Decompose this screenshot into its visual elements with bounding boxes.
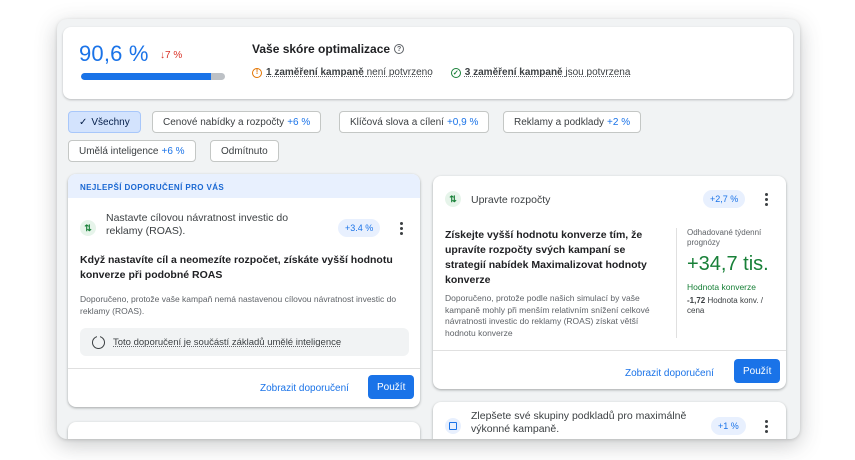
filter-chip-ai[interactable]: Umělá inteligence +6 % [68, 140, 196, 162]
more-vert-icon[interactable] [760, 190, 772, 208]
card-divider [433, 350, 786, 351]
roas-impact-badge: +3.4 % [338, 219, 381, 237]
forecast-label: Odhadované týdenní prognózy [687, 228, 762, 247]
forecast-footnote: -1,72 Hodnota konv. / cena [687, 296, 781, 316]
budget-apply-button[interactable]: Použít [734, 359, 781, 383]
filter-chip-all-label: Všechny [91, 116, 130, 128]
forecast-metric: Hodnota konverze [687, 282, 756, 292]
filter-chip-bids-label: Cenové nabídky a rozpočty [163, 116, 285, 128]
score-status: ! 1 zaměření kampaně není potvrzeno ✓ 3 … [252, 67, 630, 78]
filter-chip-ai-label: Umělá inteligence [79, 145, 159, 157]
forecast-value: +34,7 tis. [687, 253, 769, 275]
unconfirmed-suffix: není potvrzeno [366, 67, 433, 78]
filter-chip-ads-delta: +2 % [607, 116, 631, 128]
score-value: 90,6 % [79, 41, 149, 66]
asset-group-icon [445, 418, 461, 434]
forecast-foot-value: -1,72 [687, 296, 706, 305]
ai-foundation-text[interactable]: Toto doporučení je součástí základů uměl… [113, 337, 341, 348]
confirmed-suffix: jsou potvrzena [565, 67, 631, 78]
assets-title: Zlepšete své skupiny podkladů pro maximá… [471, 410, 687, 435]
check-circle-icon: ✓ [450, 67, 461, 78]
filter-chip-ads-label: Reklamy a podklady [514, 116, 605, 128]
recommendation-card-next [68, 422, 420, 439]
filter-chip-ai-delta: +6 % [161, 145, 185, 157]
budget-reason: Doporučeno, protože podle našich simulac… [445, 293, 650, 338]
filter-chip-bids[interactable]: Cenové nabídky a rozpočty +6 % [152, 111, 322, 133]
budget-view-button[interactable]: Zobrazit doporučení [625, 368, 714, 379]
score-title: Vaše skóre optimalizace ? [252, 42, 405, 56]
budget-arrows-icon: ⇅ [445, 191, 461, 207]
ai-icon [92, 333, 105, 349]
score-title-text: Vaše skóre optimalizace [252, 42, 391, 56]
score-progress-bar [81, 73, 225, 80]
score-progress-fill [81, 73, 212, 80]
filter-chip-keywords-delta: +0,9 % [446, 116, 479, 128]
assets-impact-badge: +1 % [711, 417, 746, 435]
unconfirmed-focus-link[interactable]: 1 zaměření kampaně není potvrzeno [266, 67, 433, 78]
filter-chip-keywords[interactable]: Klíčová slova a cílení +0,9 % [339, 111, 490, 133]
help-icon[interactable]: ? [394, 44, 405, 54]
more-vert-icon[interactable] [395, 219, 407, 237]
warning-icon: ! [252, 67, 262, 78]
filter-chip-keywords-label: Klíčová slova a cílení [350, 116, 444, 128]
confirmed-focus-link[interactable]: 3 zaměření kampaně jsou potvrzena [465, 67, 631, 78]
filter-chip-dismissed-label: Odmítnuto [221, 145, 268, 157]
roas-view-button[interactable]: Zobrazit doporučení [260, 383, 349, 394]
recommendations-window: 90,6 % ↓7 % Vaše skóre optimalizace ? ! … [57, 19, 800, 439]
filter-chip-bids-delta: +6 % [287, 116, 311, 128]
budget-impact-badge: +2,7 % [703, 190, 746, 208]
more-vert-icon[interactable] [760, 417, 772, 435]
filter-chip-all[interactable]: ✓ Všechny [68, 111, 141, 133]
roas-headline: Když nastavíte cíl a neomezíte rozpočet,… [80, 254, 393, 281]
recommendation-card-roas: NEJLEPŠÍ DOPORUČENÍ PRO VÁS ⇅ Nastavte c… [68, 174, 420, 407]
optimization-score-card: 90,6 % ↓7 % Vaše skóre optimalizace ? ! … [63, 27, 793, 99]
unconfirmed-count: 1 zaměření kampaně [266, 67, 364, 78]
roas-reason: Doporučeno, protože vaše kampaň nemá nas… [80, 294, 397, 316]
budget-title: Upravte rozpočty [471, 194, 551, 206]
filter-chip-ads[interactable]: Reklamy a podklady +2 % [503, 111, 642, 133]
roas-title: Nastavte cílovou návratnost investic do … [106, 212, 289, 237]
budget-arrows-icon: ⇅ [80, 220, 96, 236]
best-recommendation-header: NEJLEPŠÍ DOPORUČENÍ PRO VÁS [68, 174, 420, 198]
check-icon: ✓ [79, 116, 88, 128]
budget-impact-forecast: Odhadované týdenní prognózy +34,7 tis. H… [676, 228, 781, 338]
recommendation-card-budgets: ⇅ Upravte rozpočty +2,7 % Získejte vyšší… [433, 176, 786, 389]
recommendation-card-assets: Zlepšete své skupiny podkladů pro maximá… [433, 402, 786, 439]
ai-foundation-note: Toto doporučení je součástí základů uměl… [80, 328, 409, 356]
filter-chip-dismissed[interactable]: Odmítnuto [210, 140, 279, 162]
confirmed-count: 3 zaměření kampaně [464, 67, 563, 78]
budget-headline: Získejte vyšší hodnotu konverze tím, že … [445, 229, 647, 286]
score-delta: ↓7 % [160, 50, 183, 61]
card-divider [68, 368, 420, 369]
roas-apply-button[interactable]: Použít [368, 375, 415, 399]
